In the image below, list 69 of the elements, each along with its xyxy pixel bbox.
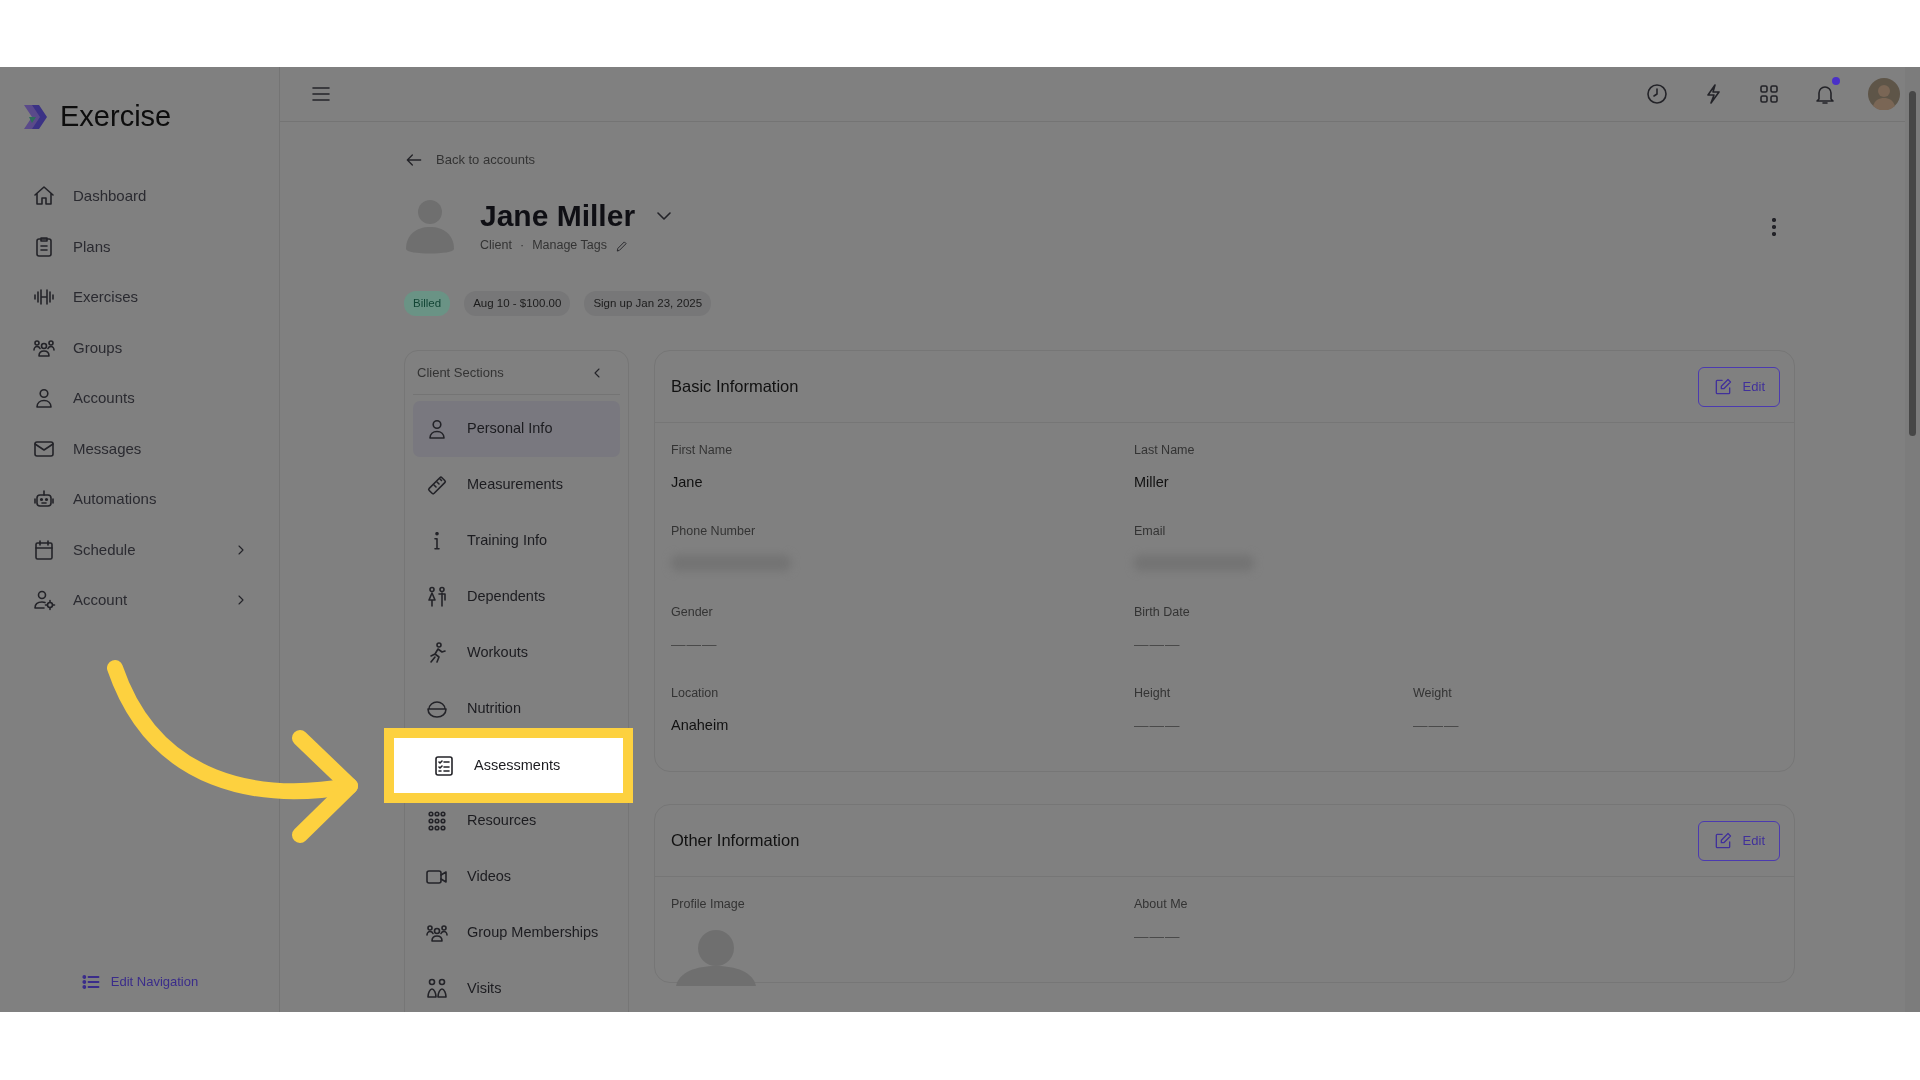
nav-item[interactable]: Messages (0, 423, 279, 474)
field-value: Jane (671, 473, 703, 492)
section-item[interactable]: Training Info (413, 513, 620, 570)
calendar-icon (32, 537, 56, 562)
nav-item[interactable]: Plans (0, 221, 279, 272)
section-item[interactable]: Dependents (413, 569, 620, 626)
section-item[interactable]: Nutrition (413, 681, 620, 738)
status-badge: Billed (404, 291, 451, 317)
section-item[interactable]: Workouts (413, 625, 620, 682)
nav-item[interactable]: Groups (0, 322, 279, 373)
nav-item[interactable]: Accounts (0, 373, 279, 424)
back-link[interactable]: Back to accounts (404, 150, 535, 170)
section-item[interactable]: Personal Info (413, 401, 620, 458)
field-label: Gender (671, 604, 714, 622)
empty-value: ——— (1413, 716, 1460, 735)
empty-value: ——— (671, 635, 718, 654)
edit-button[interactable]: Edit (1697, 366, 1780, 407)
chevron-down-icon (657, 211, 672, 220)
info-badge: Aug 10 - $100.00 (464, 291, 571, 317)
section-item[interactable]: Measurements (413, 457, 620, 514)
field-label: Email (1134, 523, 1167, 541)
list-icon (80, 972, 101, 992)
field-label: Weight (1413, 685, 1453, 703)
field-value: Miller (1134, 473, 1169, 492)
field-label: Profile Image (671, 896, 746, 914)
field-label: About Me (1134, 896, 1189, 914)
person-gear-icon (32, 588, 56, 613)
nav-item[interactable]: Schedule (0, 524, 279, 575)
pencil-icon (614, 238, 629, 253)
field-label: First Name (671, 442, 734, 460)
manage-tags-link[interactable]: Manage Tags (532, 236, 607, 255)
section-item[interactable]: Group Memberships (413, 905, 620, 962)
panel-title: Client Sections (417, 364, 504, 382)
section-item[interactable]: Resources (413, 793, 620, 850)
field-label: Height (1134, 685, 1172, 703)
info-badge: Sign up Jan 23, 2025 (584, 291, 712, 317)
section-item[interactable]: Videos (413, 849, 620, 906)
section-item[interactable]: Visits (413, 961, 620, 1012)
info-icon (434, 532, 440, 551)
empty-value: ——— (1134, 635, 1181, 654)
nav-item[interactable]: Account (0, 575, 279, 626)
empty-value: ——— (1134, 927, 1181, 946)
history-button[interactable] (1644, 81, 1670, 107)
field-label: Location (671, 685, 720, 703)
client-role: Client (480, 237, 512, 255)
nav-item[interactable]: Dashboard (0, 171, 279, 222)
edit-navigation-link[interactable]: Edit Navigation (80, 972, 199, 992)
ruler-icon (425, 473, 449, 498)
nav-item[interactable]: Exercises (0, 272, 279, 323)
nav-item[interactable]: Automations (0, 474, 279, 525)
empty-value: ——— (1134, 716, 1181, 735)
brand-name: Exercise (60, 99, 172, 135)
client-name: Jane Miller (480, 199, 636, 233)
section-item[interactable]: Assessments (394, 738, 623, 794)
separator-dot: · (519, 237, 525, 255)
field-label: Birth Date (1134, 604, 1191, 622)
card-title: Basic Information (671, 376, 799, 398)
checklist-icon (432, 753, 456, 778)
field-label: Last Name (1134, 442, 1196, 460)
card-title: Other Information (671, 830, 800, 852)
field-value: Anaheim (671, 716, 729, 735)
more-vertical-icon (1772, 218, 1776, 236)
family-icon (425, 585, 449, 610)
apps-icon (1757, 82, 1781, 106)
grid-icon (425, 809, 449, 834)
scrollbar-thumb[interactable] (1909, 91, 1916, 436)
field-label: Phone Number (671, 523, 757, 541)
edit-button[interactable]: Edit (1697, 820, 1780, 861)
clock-icon (1645, 82, 1669, 106)
